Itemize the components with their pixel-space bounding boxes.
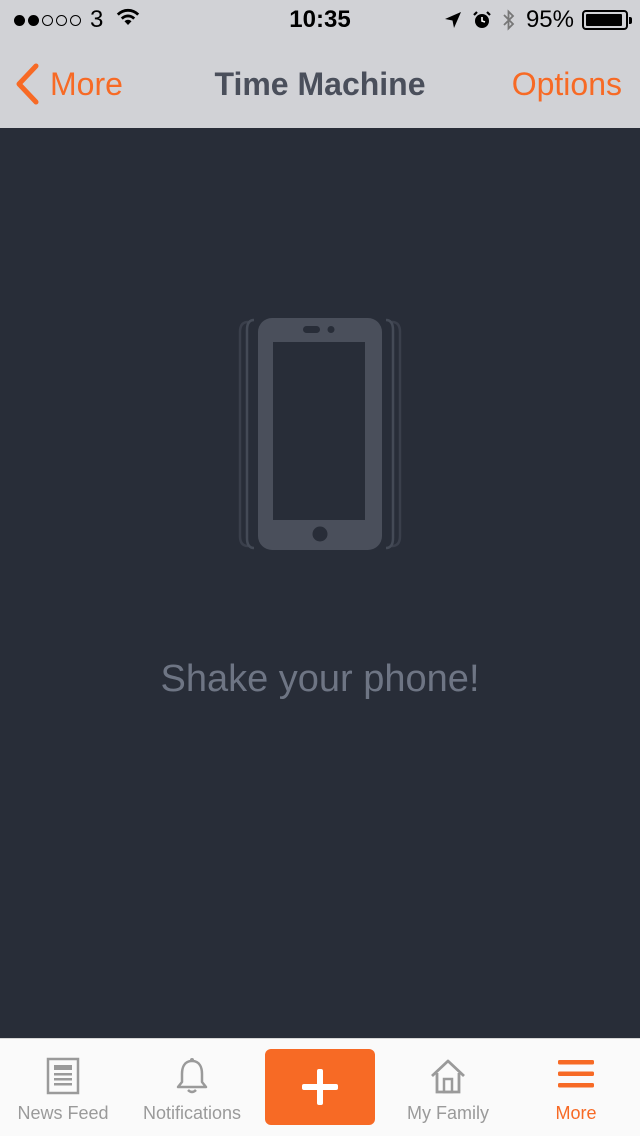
compose-button[interactable] [265, 1049, 375, 1125]
bell-icon [176, 1058, 208, 1094]
tab-more[interactable]: More [512, 1039, 640, 1136]
bluetooth-icon [503, 9, 515, 31]
plus-icon [302, 1069, 338, 1105]
battery-fill [586, 14, 623, 26]
tab-label: More [555, 1103, 597, 1123]
hamburger-menu-icon [558, 1060, 594, 1088]
status-bar: 3 10:35 95% [0, 0, 640, 40]
tab-label: News Feed [17, 1103, 109, 1123]
tab-news-feed[interactable]: News Feed [0, 1039, 126, 1136]
main-content: Shake your phone! [0, 128, 640, 1038]
house-icon [431, 1059, 465, 1094]
navigation-bar: More Time Machine Options [0, 40, 640, 128]
alarm-clock-icon [473, 11, 491, 28]
options-button[interactable]: Options [512, 66, 622, 103]
shaking-phone-icon [238, 318, 402, 550]
battery-percent: 95% [525, 6, 574, 33]
top-header: 3 10:35 95% More Time Machine Options [0, 0, 640, 128]
shake-message: Shake your phone! [160, 658, 480, 700]
tab-label: Notifications [142, 1103, 242, 1123]
battery-icon [582, 10, 632, 30]
location-arrow-icon [444, 12, 461, 28]
status-right: 95% [444, 6, 632, 34]
tab-notifications[interactable]: Notifications [126, 1039, 258, 1136]
tab-label: My Family [407, 1103, 489, 1123]
tab-my-family[interactable]: My Family [384, 1039, 512, 1136]
tab-bar: News Feed Notifications My Family More [0, 1038, 640, 1136]
newspaper-icon [46, 1057, 80, 1095]
